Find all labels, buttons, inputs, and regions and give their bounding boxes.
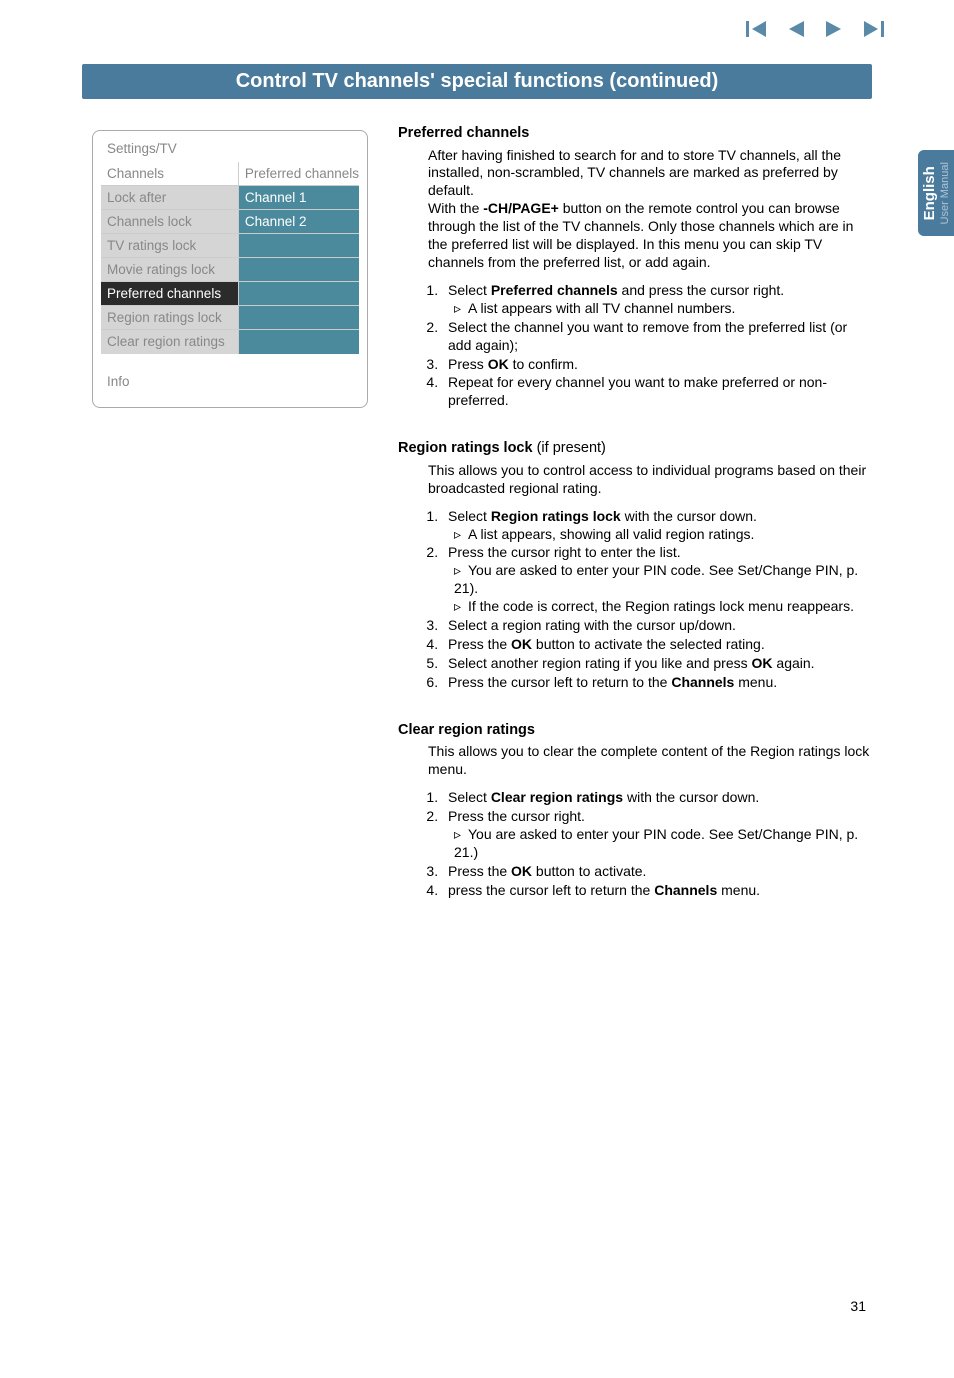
triangle-icon: ▹	[454, 526, 468, 544]
body-content: Preferred channels After having finished…	[398, 124, 872, 900]
list-item: press the cursor left to return the Chan…	[442, 882, 872, 900]
left-col-header: Channels	[101, 162, 238, 186]
list-item: Press OK to confirm.	[442, 356, 872, 374]
list-item: Press the cursor right to enter the list…	[442, 544, 872, 616]
list-item[interactable]	[239, 234, 359, 258]
triangle-icon: ▹	[454, 598, 468, 616]
pref-para2: With the -CH/PAGE+ button on the remote …	[428, 200, 872, 272]
list-item: Press the cursor left to return to the C…	[442, 674, 872, 692]
triangle-icon: ▹	[454, 826, 468, 844]
list-item[interactable]: Channel 1	[239, 186, 359, 210]
clear-heading: Clear region ratings	[398, 721, 872, 740]
list-item[interactable]	[239, 330, 359, 354]
list-item: Select Region ratings lock with the curs…	[442, 508, 872, 544]
list-item: Press the OK button to activate.	[442, 863, 872, 881]
menu-item[interactable]: Lock after	[101, 186, 238, 210]
menu-item[interactable]: TV ratings lock	[101, 234, 238, 258]
clear-para: This allows you to clear the complete co…	[428, 743, 872, 779]
menu-item[interactable]: Clear region ratings	[101, 330, 238, 354]
skip-forward-icon[interactable]	[862, 20, 884, 38]
nav-icons	[746, 20, 884, 38]
doc-type-label: User Manual	[938, 162, 950, 224]
list-item[interactable]	[239, 282, 359, 306]
list-item[interactable]	[239, 306, 359, 330]
language-label: English	[922, 162, 939, 224]
list-item[interactable]: Channel 2	[239, 210, 359, 234]
settings-right-column: Preferred channels Channel 1 Channel 2	[239, 162, 359, 354]
clear-steps: Select Clear region ratings with the cur…	[398, 789, 872, 899]
region-para: This allows you to control access to ind…	[428, 462, 872, 498]
region-steps: Select Region ratings lock with the curs…	[398, 508, 872, 692]
list-item: Press the cursor right. ▹You are asked t…	[442, 808, 872, 862]
list-item: Select another region rating if you like…	[442, 655, 872, 673]
pref-steps: Select Preferred channels and press the …	[398, 282, 872, 410]
list-item: Repeat for every channel you want to mak…	[442, 374, 872, 410]
triangle-icon: ▹	[454, 562, 468, 580]
list-item: Press the OK button to activate the sele…	[442, 636, 872, 654]
triangle-icon: ▹	[454, 300, 468, 318]
list-item: Select the channel you want to remove fr…	[442, 319, 872, 355]
list-item[interactable]	[239, 258, 359, 282]
pref-para1: After having finished to search for and …	[428, 147, 872, 201]
page-number: 31	[850, 1298, 866, 1314]
language-tab: English User Manual	[918, 150, 954, 236]
pref-heading: Preferred channels	[398, 124, 872, 143]
region-heading: Region ratings lock (if present)	[398, 439, 872, 458]
info-label: Info	[101, 354, 359, 393]
settings-breadcrumb: Settings/TV	[101, 137, 359, 162]
menu-item[interactable]: Channels lock	[101, 210, 238, 234]
list-item: Select a region rating with the cursor u…	[442, 617, 872, 635]
settings-panel: Settings/TV Channels Lock after Channels…	[92, 130, 368, 408]
menu-item[interactable]: Region ratings lock	[101, 306, 238, 330]
skip-back-icon[interactable]	[746, 20, 768, 38]
menu-item[interactable]: Movie ratings lock	[101, 258, 238, 282]
prev-icon[interactable]	[786, 20, 806, 38]
list-item: Select Preferred channels and press the …	[442, 282, 872, 318]
settings-left-column: Channels Lock after Channels lock TV rat…	[101, 162, 239, 354]
list-item: Select Clear region ratings with the cur…	[442, 789, 872, 807]
next-icon[interactable]	[824, 20, 844, 38]
right-col-header: Preferred channels	[239, 162, 359, 186]
menu-item-selected[interactable]: Preferred channels	[101, 282, 238, 306]
section-banner: Control TV channels' special functions (…	[82, 64, 872, 99]
